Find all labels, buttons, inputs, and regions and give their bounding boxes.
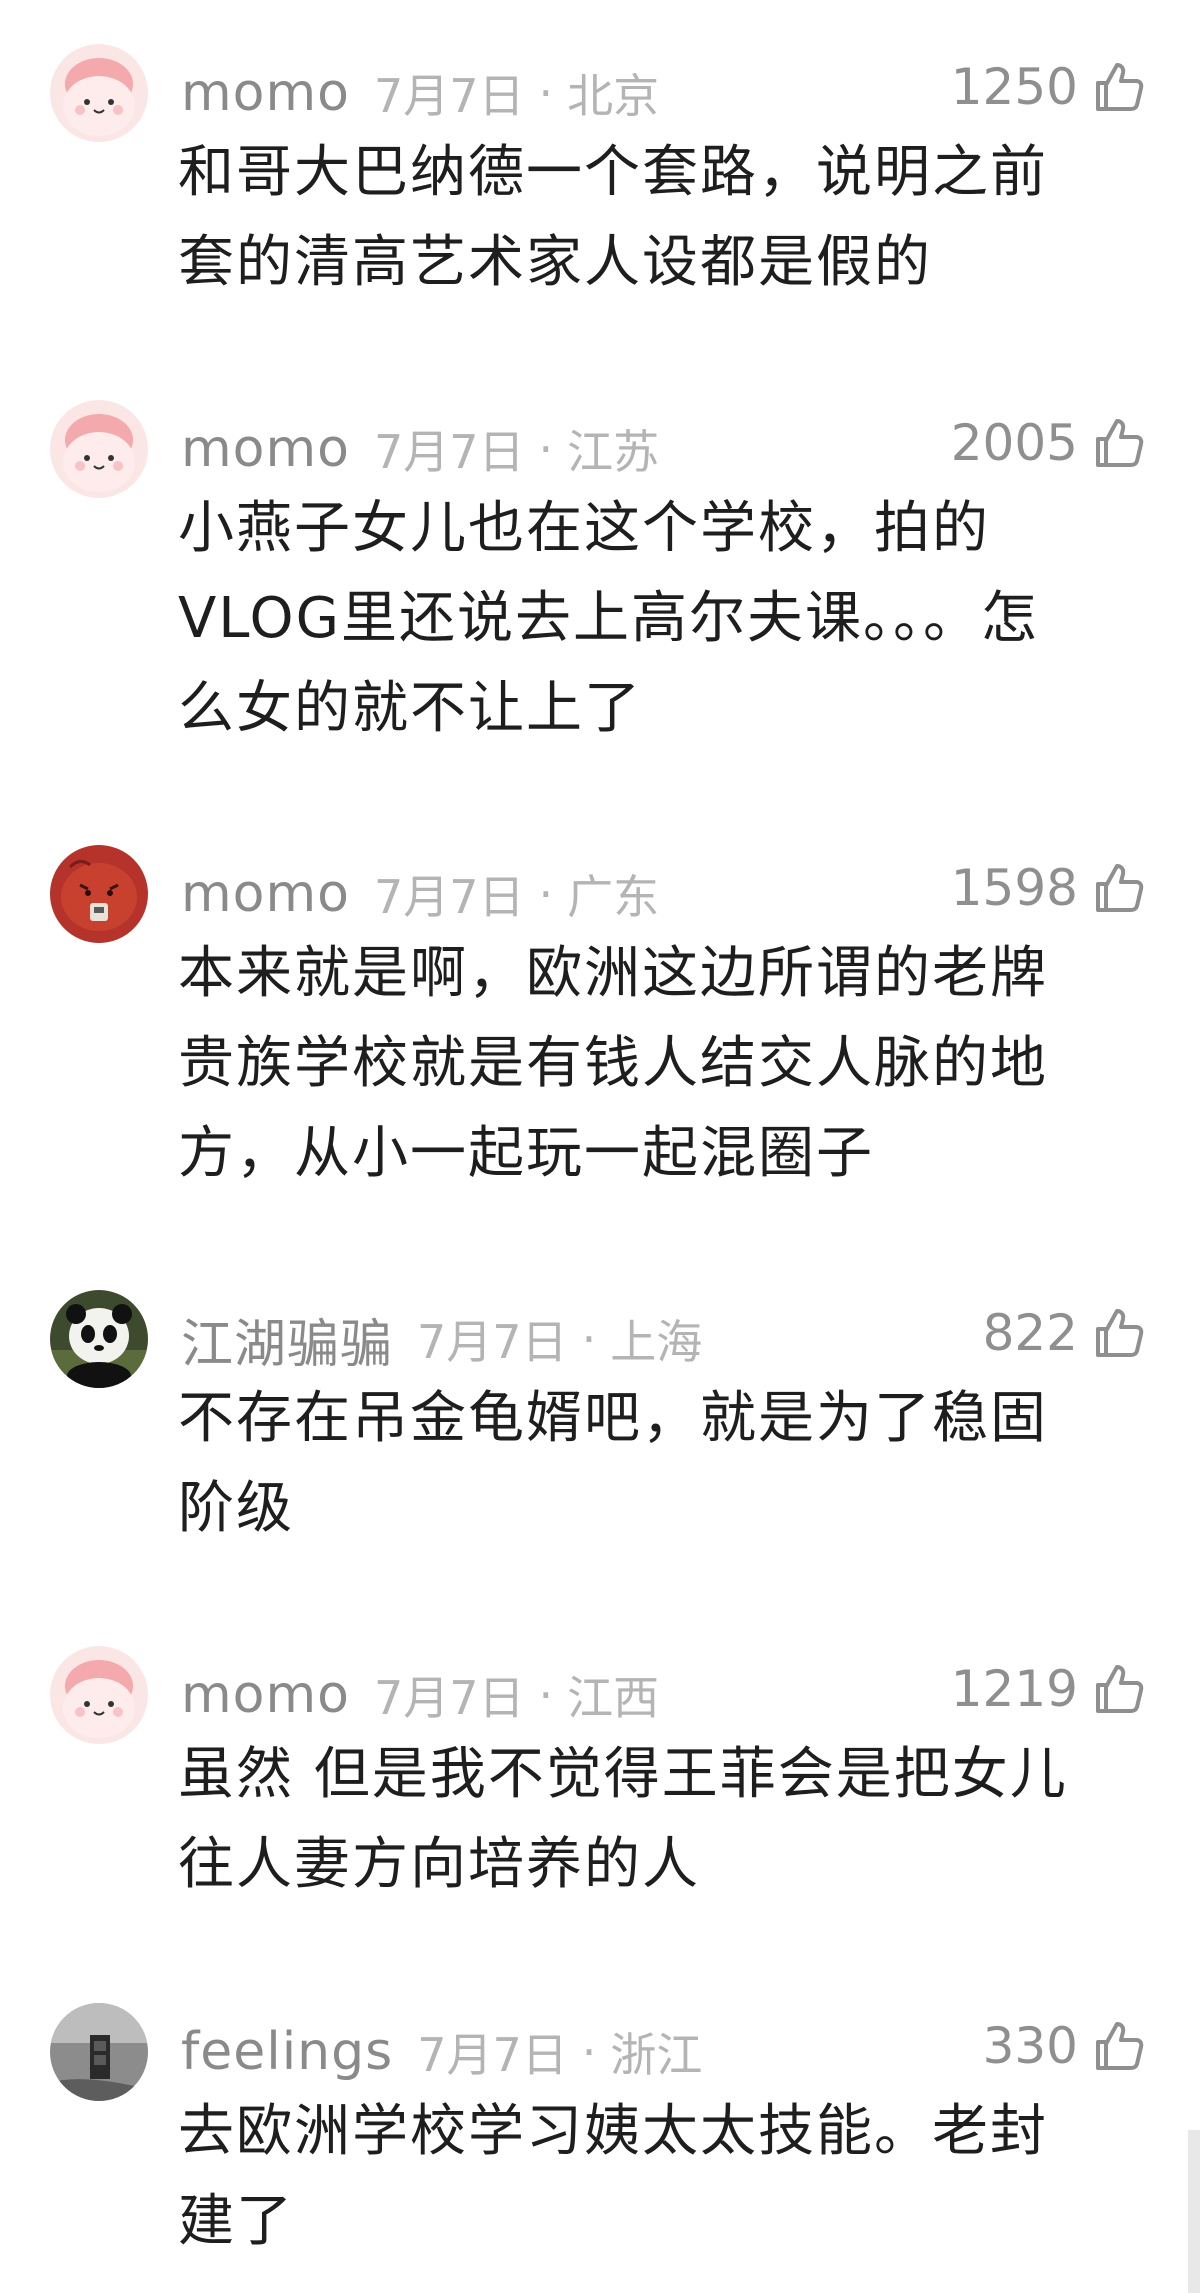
comment-line: 方，从小一起玩一起混圈子 [178, 1121, 874, 1186]
comment-meta: momo 7月7日 · 江苏 [181, 414, 659, 484]
like-count: 1219 [950, 1660, 1078, 1718]
red-cartoon-avatar[interactable] [50, 845, 148, 943]
comment-date: 7月7日 [417, 1315, 568, 1369]
like-count: 330 [982, 2017, 1078, 2075]
pink-bunny-avatar[interactable] [50, 44, 148, 142]
comment-text: 小燕子女儿也在这个学校，拍的 VLOG里还说去上高尔夫课。。。怎 么女的就不让上… [178, 484, 1153, 754]
comment-line: 阶级 [178, 1476, 294, 1541]
comment-date: 7月7日 [373, 1671, 525, 1725]
pink-bunny-avatar[interactable] [50, 1646, 148, 1744]
comment-meta: 江湖骗骗 7月7日 · 上海 [181, 1302, 703, 1377]
comment-line: 小燕子女儿也在这个学校，拍的 [178, 496, 990, 561]
username[interactable]: momo [181, 1665, 350, 1725]
like-count: 1598 [950, 859, 1078, 917]
comment-line: 贵族学校就是有钱人结交人脉的地 [178, 1031, 1048, 1096]
comment-date: 7月7日 [373, 870, 525, 924]
comment-line: VLOG里还说去上高尔夫课。。。怎 [178, 586, 1039, 651]
comment-text: 和哥大巴纳德一个套路，说明之前 套的清高艺术家人设都是假的 [178, 128, 1153, 308]
comment-line: 建了 [178, 2189, 294, 2254]
gray-phonebooth-avatar[interactable] [50, 2003, 148, 2101]
like-button[interactable]: 822 [983, 1298, 1146, 1368]
comment-line: 虽然 但是我不觉得王菲会是把女儿 [178, 1742, 1068, 1807]
comment-meta: momo 7月7日 · 广东 [181, 859, 659, 929]
thumbs-up-icon [1096, 1665, 1144, 1713]
comment-meta: momo 7月7日 · 江西 [181, 1660, 659, 1730]
panda-avatar[interactable] [50, 1290, 148, 1388]
like-button[interactable]: 2005 [951, 408, 1146, 478]
comment-line: 本来就是啊，欧洲这边所谓的老牌 [178, 941, 1048, 1006]
username[interactable]: momo [181, 864, 350, 924]
username[interactable]: feelings [181, 2022, 393, 2082]
like-button[interactable]: 330 [983, 2011, 1146, 2081]
thumbs-up-icon [1096, 63, 1144, 111]
meta-separator: · [581, 1312, 597, 1366]
comment-line: 不存在吊金龟婿吧，就是为了稳固 [178, 1386, 1048, 1451]
comment-text: 不存在吊金龟婿吧，就是为了稳固 阶级 [178, 1374, 1153, 1554]
comment-meta: feelings 7月7日 · 浙江 [181, 2017, 702, 2087]
comment-line: 和哥大巴纳德一个套路，说明之前 [178, 140, 1048, 205]
comment-location: 上海 [610, 1315, 703, 1369]
thumbs-up-icon [1096, 864, 1144, 912]
comment-meta: momo 7月7日 · 北京 [181, 58, 659, 128]
meta-separator: · [581, 2025, 597, 2079]
like-button[interactable]: 1219 [951, 1654, 1146, 1724]
like-button[interactable]: 1598 [951, 853, 1146, 923]
comment-location: 浙江 [610, 2028, 703, 2082]
pink-bunny-avatar[interactable] [50, 400, 148, 498]
like-count: 2005 [950, 414, 1078, 472]
scrollbar[interactable] [1188, 2130, 1200, 2293]
comment-location: 江苏 [567, 425, 660, 479]
meta-separator: · [538, 422, 554, 476]
comment-location: 北京 [567, 69, 660, 123]
comment-line: 么女的就不让上了 [178, 676, 642, 741]
thumbs-up-icon [1096, 2022, 1144, 2070]
thumbs-up-icon [1096, 419, 1144, 467]
thumbs-up-icon [1096, 1309, 1144, 1357]
meta-separator: · [538, 66, 554, 120]
comment-location: 江西 [567, 1671, 660, 1725]
comment-text: 本来就是啊，欧洲这边所谓的老牌 贵族学校就是有钱人结交人脉的地 方，从小一起玩一… [178, 929, 1153, 1199]
comment-line: 去欧洲学校学习姨太太技能。老封 [178, 2099, 1048, 2164]
comment-line: 套的清高艺术家人设都是假的 [178, 230, 932, 295]
comment-date: 7月7日 [373, 425, 525, 479]
comment-date: 7月7日 [417, 2028, 568, 2082]
comment-location: 广东 [567, 870, 660, 924]
username[interactable]: 江湖骗骗 [181, 1302, 393, 1377]
meta-separator: · [538, 867, 554, 921]
like-count: 1250 [950, 58, 1078, 116]
comment-date: 7月7日 [373, 69, 525, 123]
comment-text: 去欧洲学校学习姨太太技能。老封 建了 [178, 2087, 1153, 2267]
comment-line: 往人妻方向培养的人 [178, 1832, 700, 1897]
username[interactable]: momo [181, 419, 350, 479]
like-button[interactable]: 1250 [951, 52, 1146, 122]
username[interactable]: momo [181, 63, 350, 123]
like-count: 822 [982, 1304, 1078, 1362]
comment-text: 虽然 但是我不觉得王菲会是把女儿 往人妻方向培养的人 [178, 1730, 1153, 1910]
meta-separator: · [538, 1668, 554, 1722]
